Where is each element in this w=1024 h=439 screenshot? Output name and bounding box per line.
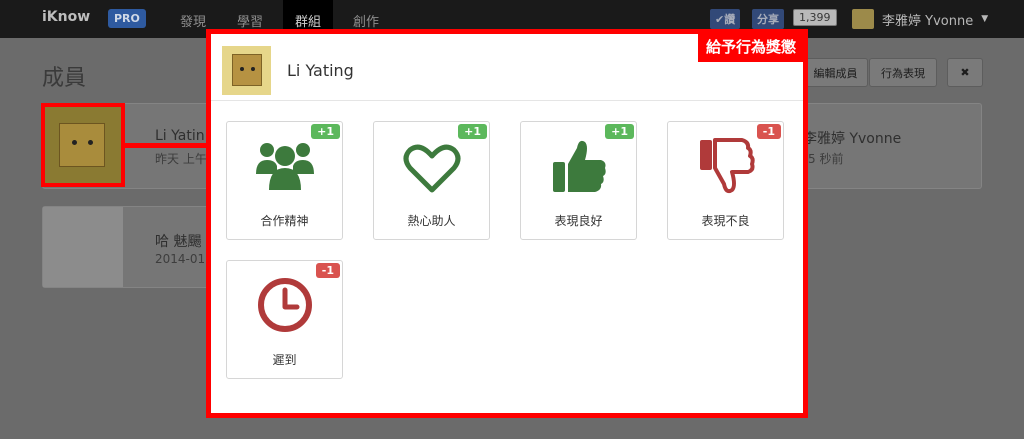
nav-link-discover[interactable]: 發現: [180, 11, 206, 30]
user-avatar: [852, 9, 874, 29]
modal-member-name: Li Yating: [287, 61, 354, 80]
member-time: 5 秒前: [808, 152, 844, 166]
pro-badge: PRO: [108, 9, 146, 28]
facebook-share-button[interactable]: 分享: [752, 9, 784, 29]
highlighted-member-avatar[interactable]: [41, 103, 125, 187]
brand-logo[interactable]: iKnow: [42, 9, 90, 25]
behavior-modal: Li Yating 給予行為獎懲 +1 合作精神 +1 熱心助人 +1 表現良好: [206, 29, 808, 418]
behavior-label: 表現良好: [554, 214, 603, 228]
behavior-helpful[interactable]: +1 熱心助人: [373, 121, 490, 240]
user-name: 李雅婷 Yvonne: [882, 13, 974, 29]
behavior-poor-performance[interactable]: -1 表現不良: [667, 121, 784, 240]
group-icon: [256, 143, 314, 190]
points-badge: -1: [315, 263, 340, 278]
caret-down-icon: ▼: [981, 14, 989, 24]
behavior-label: 表現不良: [701, 214, 750, 228]
thumbs-down-icon: [700, 138, 755, 194]
member-time: 2014-01: [155, 252, 206, 266]
default-avatar: [43, 207, 123, 287]
behavior-label: 合作精神: [260, 214, 309, 228]
behavior-label: 熱心助人: [407, 214, 456, 228]
nav-link-learn[interactable]: 學習: [237, 11, 263, 30]
behavior-button[interactable]: 行為表現: [869, 58, 937, 87]
danbo-avatar-image: [59, 123, 105, 167]
behavior-label: 遲到: [272, 353, 297, 367]
member-time: 昨天 上午: [155, 152, 207, 166]
page-title: 成員: [42, 66, 87, 91]
facebook-like-button[interactable]: ✔讚: [710, 9, 741, 29]
member-name: Li Yatin: [155, 128, 205, 144]
points-badge: +1: [311, 124, 340, 139]
member-name: 李雅婷 Yvonne: [803, 131, 902, 147]
thumbs-up-icon: [553, 140, 606, 192]
points-badge: +1: [605, 124, 634, 139]
facebook-like-label: 讚: [724, 13, 736, 26]
clock-icon: [258, 278, 312, 332]
annotation-arrow: [125, 143, 215, 148]
nav-link-create[interactable]: 創作: [353, 11, 379, 30]
close-button[interactable]: ✖: [947, 58, 983, 87]
check-icon: ✔: [715, 13, 725, 26]
points-badge: -1: [756, 124, 781, 139]
behavior-teamwork[interactable]: +1 合作精神: [226, 121, 343, 240]
behavior-late[interactable]: -1 遲到: [226, 260, 343, 379]
edit-members-button[interactable]: 編輯成員: [803, 58, 868, 87]
annotation-tag: 給予行為獎懲: [697, 33, 804, 62]
points-badge: +1: [458, 124, 487, 139]
member-name: 哈 魅颺: [155, 234, 202, 250]
heart-icon: [403, 144, 461, 193]
modal-avatar: [222, 46, 271, 95]
user-menu[interactable]: 李雅婷 Yvonne ▼: [852, 9, 988, 29]
facebook-share-count: 1,399: [793, 9, 837, 26]
behavior-good-performance[interactable]: +1 表現良好: [520, 121, 637, 240]
